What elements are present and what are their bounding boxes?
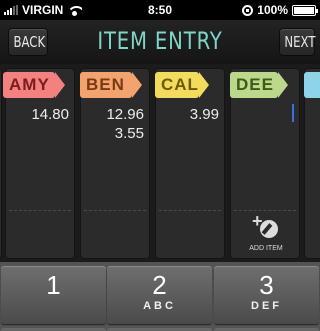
next-button[interactable]: NEXT bbox=[279, 28, 315, 56]
person-tag-amy[interactable]: AMY bbox=[3, 72, 65, 98]
battery-percent: 100% bbox=[257, 3, 288, 17]
key-2[interactable]: 2 ABC bbox=[107, 266, 212, 324]
key-number: 1 bbox=[46, 270, 61, 300]
column-divider bbox=[84, 210, 146, 211]
item-amount[interactable]: 3.99 bbox=[190, 106, 219, 123]
next-button-label: NEXT bbox=[284, 33, 316, 51]
key-letters: DEF bbox=[251, 300, 282, 312]
person-tag-cal[interactable]: CAL bbox=[155, 72, 209, 98]
key-3[interactable]: 3 DEF bbox=[214, 266, 319, 324]
person-columns: AMY 14.80 BEN 12.96 3.55 CAL 3.99 DEE + … bbox=[0, 64, 320, 262]
item-amount[interactable]: 3.55 bbox=[115, 125, 144, 142]
page-title: ITEM ENTRY bbox=[97, 27, 223, 55]
rotation-lock-icon bbox=[242, 4, 254, 16]
status-bar: VIRGIN 8:50 100% bbox=[0, 0, 320, 20]
battery-icon bbox=[292, 4, 318, 16]
item-amount[interactable]: 12.96 bbox=[106, 106, 144, 123]
person-tag-ben[interactable]: BEN bbox=[80, 72, 142, 98]
add-item-label: ADD ITEM bbox=[249, 245, 283, 252]
app-screen: VIRGIN 8:50 100% BACK ITEM ENTRY NEXT AM… bbox=[0, 0, 320, 331]
column-divider bbox=[9, 210, 71, 211]
key-1[interactable]: 1 bbox=[1, 266, 106, 324]
key-letters: ABC bbox=[143, 300, 176, 312]
person-column-cal[interactable]: CAL 3.99 bbox=[155, 68, 225, 259]
person-column-dee[interactable]: DEE + ADD ITEM bbox=[230, 68, 300, 259]
column-divider bbox=[159, 210, 221, 211]
person-column-amy[interactable]: AMY 14.80 bbox=[3, 68, 75, 259]
person-column-ben[interactable]: BEN 12.96 3.55 bbox=[80, 68, 150, 259]
text-cursor bbox=[292, 104, 294, 122]
person-tag-partial[interactable] bbox=[304, 72, 320, 98]
item-amount[interactable]: 14.80 bbox=[31, 106, 69, 123]
number-keypad: 1 2 ABC 3 DEF bbox=[0, 262, 320, 331]
person-column-offscreen-right[interactable] bbox=[304, 68, 320, 259]
person-tag-dee[interactable]: DEE bbox=[230, 72, 288, 98]
person-column-offscreen-left[interactable] bbox=[0, 68, 2, 259]
nav-bar: BACK ITEM ENTRY NEXT bbox=[0, 20, 320, 64]
key-number: 2 bbox=[152, 270, 167, 300]
pencil-icon bbox=[260, 220, 278, 238]
column-divider bbox=[234, 210, 296, 211]
key-number: 3 bbox=[259, 270, 274, 300]
